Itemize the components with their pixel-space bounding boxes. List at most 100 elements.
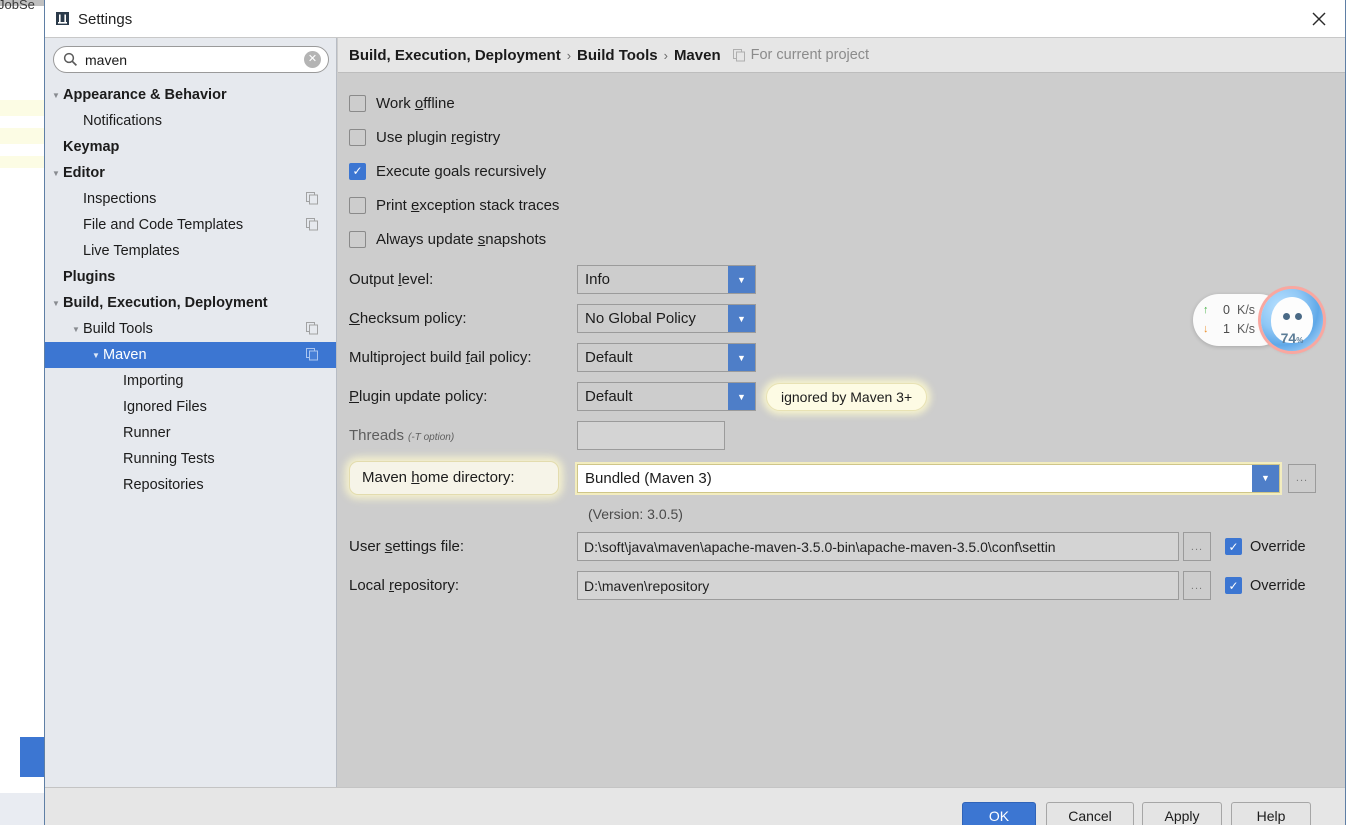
browse-button-local-repository[interactable]: ... (1183, 571, 1211, 600)
clear-circle-icon[interactable]: ✕ (304, 51, 321, 68)
apply-button[interactable]: Apply (1142, 802, 1222, 825)
label-output-level: Output level: (349, 271, 434, 288)
cancel-button[interactable]: Cancel (1046, 802, 1134, 825)
chevron-down-icon[interactable]: ▼ (728, 305, 755, 332)
maven-version-note-row: (Version: 3.0.5) (349, 501, 1345, 527)
penguin-avatar-icon[interactable]: 74% (1261, 289, 1323, 351)
browse-button-user-settings-file[interactable]: ... (1183, 532, 1211, 561)
chevron-down-icon[interactable]: ▼ (49, 290, 63, 316)
sidebar-item-editor[interactable]: ▼ Editor (45, 160, 336, 186)
close-icon[interactable] (1299, 4, 1339, 34)
sidebar-item-runner[interactable]: Runner (45, 420, 336, 446)
help-button[interactable]: Help (1231, 802, 1311, 825)
background-scrollbar-thumb (20, 737, 44, 777)
breadcrumb-segment-0[interactable]: Build, Execution, Deployment (349, 47, 561, 64)
settings-content: Build, Execution, Deployment › Build Too… (338, 38, 1345, 787)
copy-icon (306, 192, 319, 205)
sidebar-item-label: Maven (103, 347, 147, 363)
checkbox-row-print-exception-stack-traces[interactable]: ✓ Print exception stack traces (349, 188, 1345, 222)
dialog-title: Settings (78, 11, 133, 28)
chevron-down-icon[interactable]: ▼ (728, 383, 755, 410)
chevron-down-icon[interactable]: ▼ (728, 344, 755, 371)
combo-value-multiproject-fail-policy: Default (585, 349, 633, 366)
sidebar-item-keymap[interactable]: Keymap (45, 134, 336, 160)
ok-button[interactable]: OK (962, 802, 1036, 825)
checkbox-print-exception-stack-traces[interactable]: ✓ (349, 196, 366, 214)
user-settings-file-input[interactable] (577, 532, 1179, 561)
checkbox-execute-goals-recursively[interactable]: ✓ (349, 162, 366, 180)
breadcrumb-project-scope: For current project (750, 47, 870, 63)
upload-speed-value: 0 (1223, 302, 1230, 317)
maven-settings-panel: ✓ Work offline ✓ Use plugin registry ✓ E… (338, 74, 1345, 787)
maven-version-note: (Version: 3.0.5) (588, 506, 683, 522)
combo-multiproject-fail-policy[interactable]: Default ▼ (577, 343, 756, 372)
browse-button-maven-home[interactable]: ... (1288, 463, 1316, 493)
checkbox-label-always-update-snapshots: Always update snapshots (376, 230, 547, 248)
sidebar-item-build-tools[interactable]: ▼ Build Tools (45, 316, 336, 342)
search-icon (62, 51, 78, 67)
search-field[interactable]: ✕ (53, 46, 329, 73)
sidebar-item-build-execution-deployment[interactable]: ▼ Build, Execution, Deployment (45, 290, 336, 316)
sidebar-item-repositories[interactable]: Repositories (45, 472, 336, 498)
download-speed-value: 1 (1223, 321, 1230, 336)
background-statusbar (0, 793, 44, 825)
field-row-user-settings-file: User settings file: ... ✓ Override (349, 527, 1345, 566)
checkbox-row-execute-goals-recursively[interactable]: ✓ Execute goals recursively (349, 154, 1345, 188)
sidebar-item-ignored-files[interactable]: Ignored Files (45, 394, 336, 420)
override-row-user-settings-file[interactable]: ✓ Override (1225, 538, 1306, 555)
checkbox-use-plugin-registry[interactable]: ✓ (349, 128, 366, 146)
breadcrumb-segment-2[interactable]: Maven (674, 47, 721, 64)
twisty-placeholder-icon (109, 472, 123, 498)
settings-tree: ▼ Appearance & Behavior Notifications Keyma… (45, 82, 336, 787)
network-speed-widget[interactable]: ↑ 0 K/s ↓ 1 K/s 74% (1193, 289, 1345, 351)
checkbox-row-always-update-snapshots[interactable]: ✓ Always update snapshots (349, 222, 1345, 256)
twisty-placeholder-icon (69, 186, 83, 212)
background-code-highlight (0, 100, 44, 116)
chevron-down-icon[interactable]: ▼ (69, 316, 83, 342)
chevron-down-icon[interactable]: ▼ (49, 82, 63, 108)
sidebar-item-file-and-code-templates[interactable]: File and Code Templates (45, 212, 336, 238)
combo-maven-home-directory[interactable]: Bundled (Maven 3) ▼ (577, 463, 1280, 493)
breadcrumb-segment-1[interactable]: Build Tools (577, 47, 658, 64)
copy-icon (306, 322, 319, 335)
combo-value-checksum-policy: No Global Policy (585, 310, 696, 327)
combo-output-level[interactable]: Info ▼ (577, 265, 756, 294)
sidebar-item-plugins[interactable]: Plugins (45, 264, 336, 290)
arrow-up-icon: ↑ (1203, 303, 1209, 316)
checkbox-row-work-offline[interactable]: ✓ Work offline (349, 86, 1345, 120)
chevron-down-icon[interactable]: ▼ (49, 160, 63, 186)
combo-checksum-policy[interactable]: No Global Policy ▼ (577, 304, 756, 333)
sidebar-item-appearance-behavior[interactable]: ▼ Appearance & Behavior (45, 82, 336, 108)
twisty-placeholder-icon (69, 238, 83, 264)
twisty-placeholder-icon (49, 264, 63, 290)
twisty-placeholder-icon (109, 446, 123, 472)
checkbox-override-local-repository[interactable]: ✓ (1225, 577, 1242, 594)
search-input[interactable] (83, 49, 301, 71)
sidebar-item-inspections[interactable]: Inspections (45, 186, 336, 212)
sidebar-item-label: Running Tests (123, 451, 215, 467)
sidebar-item-maven[interactable]: ▼ Maven (45, 342, 336, 368)
sidebar-item-importing[interactable]: Importing (45, 368, 336, 394)
checkbox-always-update-snapshots[interactable]: ✓ (349, 230, 366, 248)
checkbox-override-user-settings-file[interactable]: ✓ (1225, 538, 1242, 555)
settings-app-icon (55, 11, 70, 26)
override-label-local-repository: Override (1250, 577, 1306, 594)
copy-icon (306, 218, 319, 231)
checkbox-row-use-plugin-registry[interactable]: ✓ Use plugin registry (349, 120, 1345, 154)
copy-icon (306, 348, 319, 361)
threads-input[interactable] (577, 421, 725, 450)
local-repository-input[interactable] (577, 571, 1179, 600)
breadcrumb-separator: › (566, 47, 572, 63)
override-row-local-repository[interactable]: ✓ Override (1225, 577, 1306, 594)
chevron-down-icon[interactable]: ▼ (1252, 464, 1279, 492)
sidebar-item-running-tests[interactable]: Running Tests (45, 446, 336, 472)
combo-plugin-update-policy[interactable]: Default ▼ (577, 382, 756, 411)
sidebar-item-label: Inspections (83, 191, 157, 207)
checkbox-work-offline[interactable]: ✓ (349, 94, 366, 112)
chevron-down-icon[interactable]: ▼ (728, 266, 755, 293)
sidebar-item-label: Build Tools (83, 321, 153, 337)
sidebar-item-live-templates[interactable]: Live Templates (45, 238, 336, 264)
chevron-down-icon[interactable]: ▼ (89, 342, 103, 368)
sidebar-item-label: Plugins (63, 269, 116, 285)
sidebar-item-notifications[interactable]: Notifications (45, 108, 336, 134)
